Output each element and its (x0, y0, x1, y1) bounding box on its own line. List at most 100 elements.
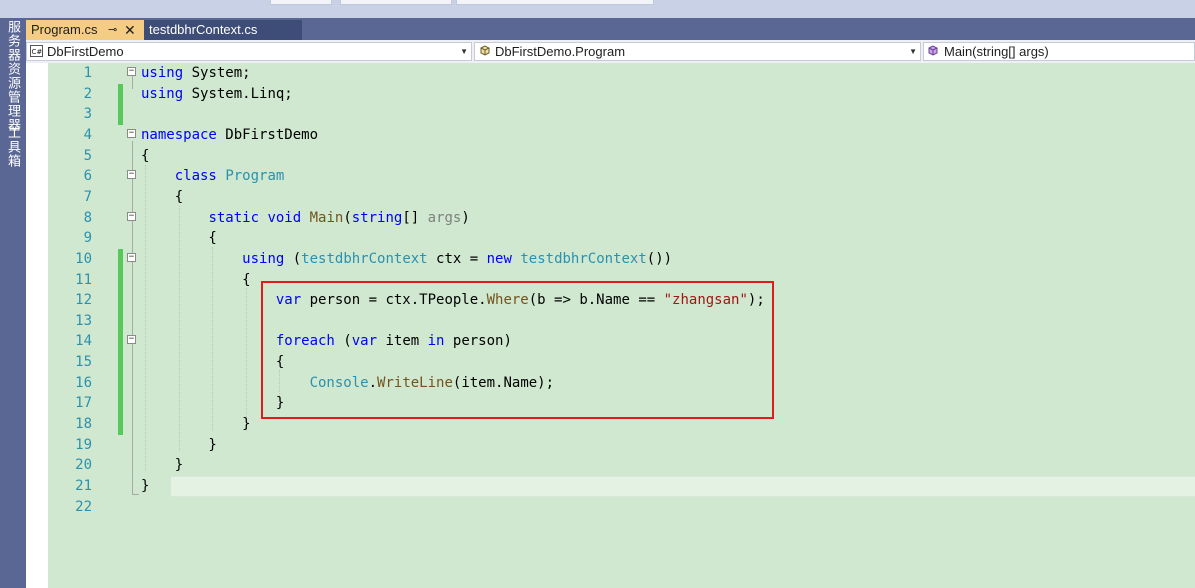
code-token: new (486, 250, 512, 267)
code-token: args (427, 209, 462, 226)
code-editor[interactable]: 1− using System; 2 using System.Linq; 3 4− nam… (26, 63, 1195, 588)
toolbar-strip (0, 0, 1195, 19)
collapse-icon[interactable]: − (127, 335, 136, 345)
line-number: 9 (83, 230, 92, 247)
pin-icon[interactable]: ⊸ (108, 20, 117, 40)
change-marker (118, 104, 123, 126)
navigation-bar: C# DbFirstDemo ▼ DbFirstDemo.Program ▼ M… (26, 40, 1195, 64)
code-line[interactable]: 3 (26, 104, 1195, 126)
line-number: 2 (83, 85, 92, 102)
code-text: { (141, 270, 250, 290)
toolbar-button[interactable] (270, 0, 332, 5)
chevron-down-icon: ▼ (909, 47, 917, 56)
line-number: 6 (83, 168, 92, 185)
collapse-icon[interactable]: − (127, 252, 136, 262)
code-line[interactable]: 20 } (26, 455, 1195, 475)
code-line[interactable]: 4 − namespace DbFirstDemo (26, 125, 1195, 145)
line-number: 8 (83, 209, 92, 226)
code-line[interactable]: 10− using (testdbhrContext ctx = new tes… (26, 248, 1195, 270)
type-selector[interactable]: DbFirstDemo.Program ▼ (474, 42, 921, 61)
change-marker (118, 331, 123, 353)
line-number: 3 (83, 106, 92, 123)
code-token: { (141, 147, 150, 164)
close-icon[interactable]: ✕ (124, 20, 136, 40)
code-token: ( (343, 209, 352, 226)
code-text: } (141, 455, 183, 475)
code-line[interactable]: 9 { (26, 228, 1195, 248)
line-number: 4 (83, 126, 92, 143)
code-line[interactable]: 6 − class Program (26, 166, 1195, 186)
toolbox-tab[interactable]: 工具箱 (3, 126, 23, 168)
code-token: using (141, 85, 184, 102)
line-number: 1 (83, 65, 92, 81)
code-token: testdbhrContext (301, 250, 428, 267)
code-token: class (174, 168, 217, 185)
line-number: 22 (75, 498, 92, 515)
code-token: ) (461, 209, 470, 226)
server-explorer-tab[interactable]: 服务器资源管理器 (3, 20, 23, 132)
toolbar-dropdown[interactable] (340, 0, 452, 5)
line-number: 13 (75, 312, 92, 329)
collapse-icon[interactable]: − (127, 128, 136, 138)
toolbar-search[interactable] (456, 0, 654, 5)
tab-label: Program.cs (31, 22, 98, 37)
code-token: using (242, 250, 285, 267)
code-line[interactable]: 22 (26, 497, 1195, 517)
project-selector[interactable]: C# DbFirstDemo ▼ (26, 42, 472, 61)
code-token: { (141, 230, 217, 247)
class-icon (480, 45, 490, 56)
code-text: { (141, 228, 217, 248)
code-line[interactable]: 7 { (26, 187, 1195, 207)
code-token: using (141, 65, 184, 81)
code-line[interactable]: 1 − using System; (26, 63, 1195, 83)
code-line[interactable]: 21} (26, 476, 1195, 496)
code-text: using System.Linq; (141, 84, 293, 104)
document-tab-bar: Program.cs ⊸ ✕ testdbhrContext.cs (26, 18, 1195, 40)
method-icon (928, 45, 938, 56)
tab-program-cs[interactable]: Program.cs ⊸ ✕ (26, 20, 144, 40)
highlight-annotation-box (261, 281, 774, 419)
change-marker (118, 372, 123, 394)
code-text: namespace DbFirstDemo (141, 125, 318, 145)
line-number: 19 (75, 436, 92, 453)
code-line[interactable]: 2 using System.Linq; (26, 83, 1195, 105)
code-line[interactable]: 5{ (26, 146, 1195, 166)
line-number: 14 (75, 333, 92, 350)
project-selector-value: DbFirstDemo (47, 44, 124, 59)
tab-testdbhrcontext-cs[interactable]: testdbhrContext.cs (144, 20, 302, 40)
csharp-project-icon: C# (30, 45, 43, 57)
code-token: ( (284, 250, 302, 267)
code-token: } (141, 436, 217, 453)
code-text: static void Main(string[] args) (141, 208, 470, 228)
code-token: static (208, 209, 260, 226)
collapse-icon[interactable]: − (127, 211, 136, 221)
change-marker (118, 248, 123, 270)
code-token: void (267, 209, 302, 226)
member-selector[interactable]: Main(string[] args) (923, 42, 1195, 61)
code-token: string (351, 209, 403, 226)
line-number: 16 (75, 374, 92, 391)
code-token: } (141, 478, 150, 494)
code-line[interactable]: 19 } (26, 435, 1195, 455)
code-text: class Program (141, 166, 285, 186)
line-number: 7 (83, 188, 92, 205)
code-line[interactable]: 8 − static void Main(string[] args) (26, 208, 1195, 228)
code-token: System; (183, 65, 251, 81)
collapse-icon[interactable]: − (127, 67, 136, 76)
change-marker (118, 310, 123, 332)
code-token: [] (402, 209, 428, 226)
code-token: Program (225, 168, 285, 185)
line-number: 5 (83, 147, 92, 164)
line-number: 21 (75, 478, 92, 494)
vertical-tool-sidebar: 服务器资源管理器 工具箱 (0, 18, 26, 588)
code-token: DbFirstDemo (216, 126, 319, 143)
code-token: ()) (646, 250, 673, 267)
line-number: 18 (75, 416, 92, 433)
collapse-icon[interactable]: − (127, 170, 136, 180)
member-selector-value: Main(string[] args) (944, 44, 1049, 59)
change-marker (118, 352, 123, 374)
